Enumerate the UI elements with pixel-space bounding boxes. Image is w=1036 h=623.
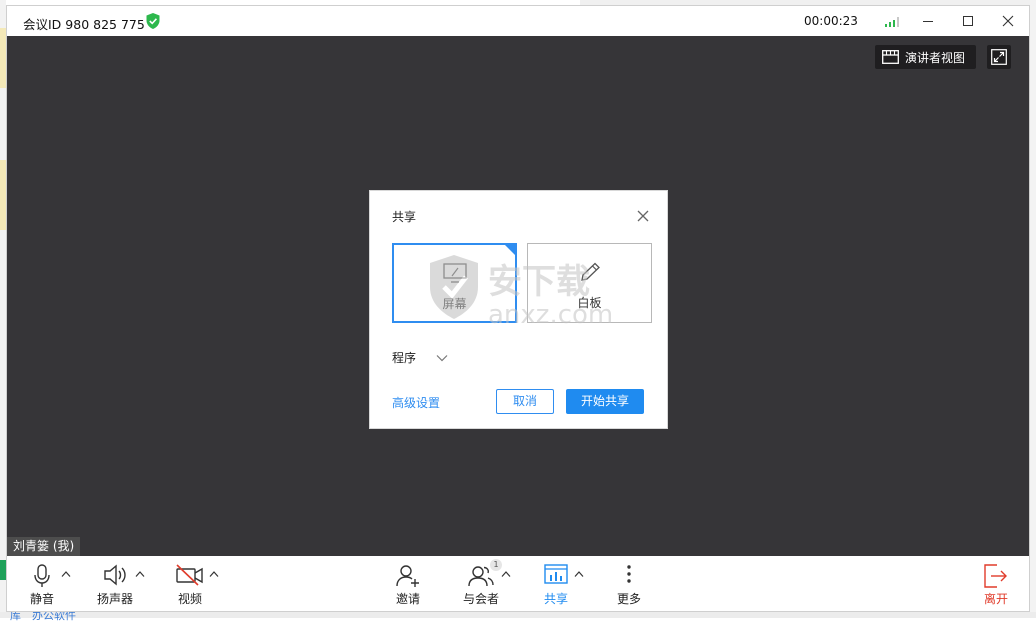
speaker-label: 扬声器 <box>96 592 133 606</box>
watermark-en-text: anxz.com <box>488 300 613 330</box>
minimize-button[interactable] <box>915 10 941 32</box>
speaker-icon <box>104 564 126 586</box>
self-name-tag: 刘青篓 (我) <box>7 537 81 556</box>
share-dialog-title: 共享 <box>392 210 417 224</box>
signal-strength-icon <box>885 17 899 27</box>
video-off-icon <box>176 564 203 586</box>
more-label: 更多 <box>616 592 641 606</box>
speaker-options-caret-icon[interactable] <box>135 570 145 578</box>
maximize-button[interactable] <box>955 10 981 32</box>
minimize-icon <box>923 21 933 22</box>
invite-button[interactable]: 邀请 <box>378 562 438 608</box>
leave-label: 离开 <box>983 592 1008 606</box>
mute-label: 静音 <box>29 592 54 606</box>
meeting-window: 会议ID 980 825 775 00:00:23 演讲者视图 共享 白板 程序… <box>6 5 1030 612</box>
watermark-cn-text: 安下载 <box>488 262 590 302</box>
share-screen-icon <box>544 564 568 584</box>
mute-options-caret-icon[interactable] <box>61 570 71 578</box>
secure-shield-icon[interactable] <box>146 13 160 29</box>
share-options-caret-icon[interactable] <box>574 570 584 578</box>
maximize-icon <box>963 16 973 26</box>
more-vertical-icon <box>627 565 631 583</box>
invite-user-icon <box>396 565 419 587</box>
meeting-timer: 00:00:23 <box>804 14 858 28</box>
video-options-caret-icon[interactable] <box>209 570 219 578</box>
meeting-toolbar: 静音 扬声器 视频 邀请 与会者 1 共享 更多 离开 <box>7 556 1029 611</box>
chevron-down-icon[interactable] <box>436 354 448 362</box>
fullscreen-button[interactable] <box>987 45 1011 69</box>
leave-button[interactable]: 离开 <box>966 562 1026 608</box>
mute-button[interactable]: 静音 <box>12 562 72 608</box>
video-button[interactable]: 视频 <box>160 562 220 608</box>
share-button[interactable]: 共享 <box>526 562 586 608</box>
background-desktop-bottom <box>0 612 1036 618</box>
background-desktop-right <box>1030 0 1036 618</box>
dialog-close-icon[interactable] <box>636 209 650 223</box>
speaker-button[interactable]: 扬声器 <box>85 562 145 608</box>
start-share-button[interactable]: 开始共享 <box>566 389 644 414</box>
more-button[interactable]: 更多 <box>599 562 659 608</box>
presenter-view-icon <box>882 50 899 64</box>
invite-label: 邀请 <box>395 592 420 606</box>
cancel-button[interactable]: 取消 <box>496 389 554 414</box>
program-section-label[interactable]: 程序 <box>392 349 416 366</box>
leave-exit-icon <box>984 564 1007 588</box>
participants-button[interactable]: 与会者 <box>451 562 511 608</box>
title-bar: 会议ID 980 825 775 00:00:23 <box>7 6 1029 36</box>
fullscreen-icon <box>991 49 1007 65</box>
close-window-button[interactable] <box>995 10 1021 32</box>
participants-label: 与会者 <box>462 592 499 606</box>
presenter-view-button[interactable]: 演讲者视图 <box>875 45 976 69</box>
anxz-watermark-logo: 安下载 anxz.com <box>430 255 613 330</box>
advanced-settings-link[interactable]: 高级设置 <box>392 394 440 411</box>
presenter-view-label: 演讲者视图 <box>905 50 966 65</box>
microphone-icon <box>34 564 50 587</box>
close-icon <box>1002 15 1014 27</box>
participants-options-caret-icon[interactable] <box>501 570 511 578</box>
meeting-id: 会议ID 980 825 775 <box>23 17 145 32</box>
video-label: 视频 <box>177 592 202 606</box>
share-label: 共享 <box>543 592 568 606</box>
